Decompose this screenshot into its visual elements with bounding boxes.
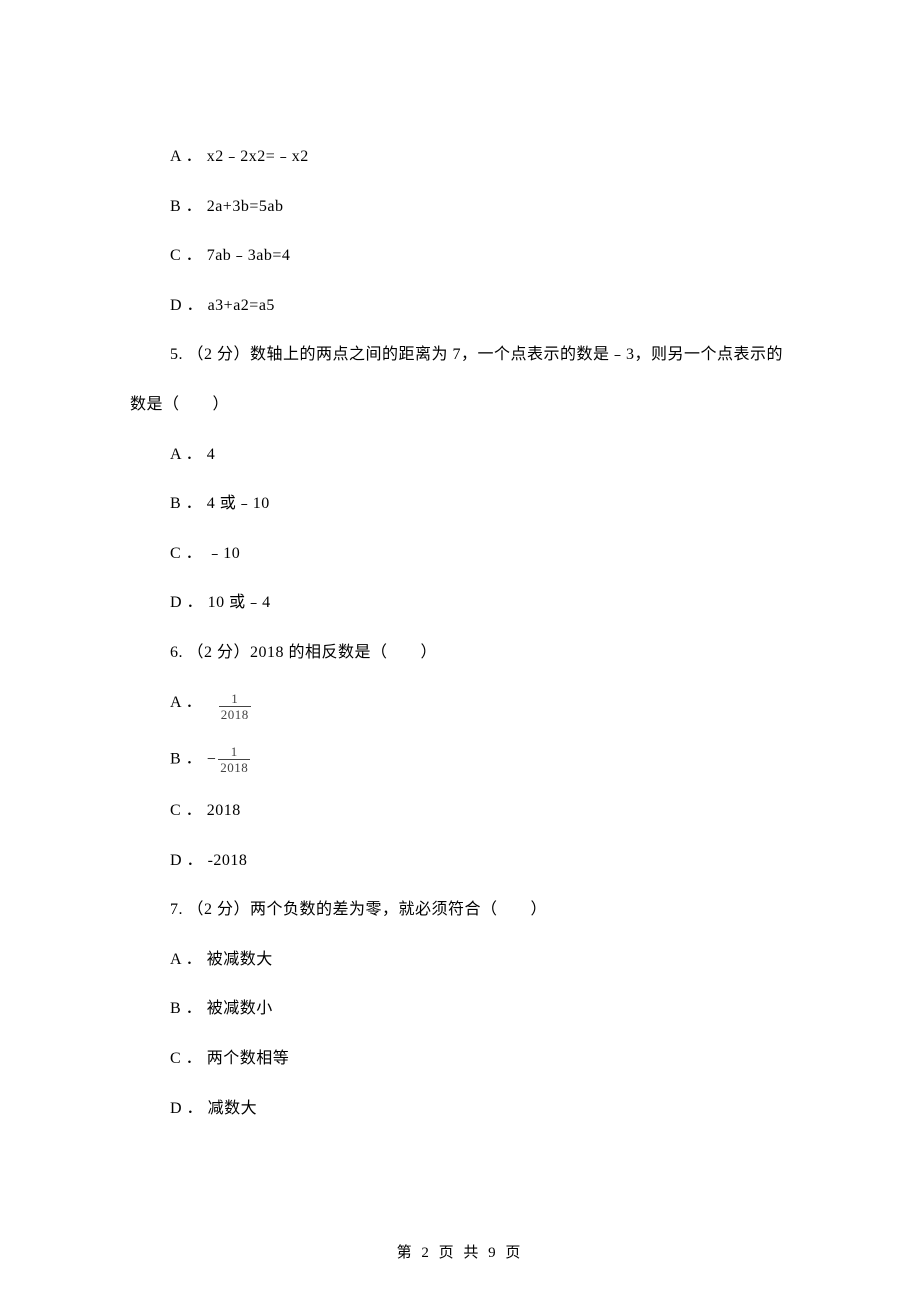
option-label: C ． (170, 1050, 202, 1067)
option-label: A ． (170, 446, 202, 463)
option-label: B ． (170, 751, 202, 768)
q4-option-a: A ． x2﹣2x2=﹣x2 (170, 144, 790, 170)
option-text: 被减数小 (207, 1000, 273, 1017)
option-label: C ． (170, 802, 202, 819)
option-text: 10 或﹣4 (208, 594, 271, 611)
denominator: 2018 (218, 760, 250, 774)
q5-option-b: B ． 4 或﹣10 (170, 491, 790, 517)
option-text: 2a+3b=5ab (207, 198, 284, 215)
option-label: B ． (170, 1000, 202, 1017)
option-label: A ． (170, 694, 202, 711)
option-text: 两个数相等 (207, 1050, 290, 1067)
option-text: 7ab﹣3ab=4 (207, 247, 291, 264)
option-label: C ． (170, 247, 202, 264)
q4-option-c: C ． 7ab﹣3ab=4 (170, 243, 790, 269)
numerator: 1 (219, 692, 251, 707)
option-label: D ． (170, 1100, 203, 1117)
q4-option-d: D ． a3+a2=a5 (170, 293, 790, 319)
q7-option-a: A ． 被减数大 (170, 947, 790, 973)
option-label: C ． (170, 545, 202, 562)
q5-option-d: D ． 10 或﹣4 (170, 590, 790, 616)
negative-sign: − (207, 747, 217, 773)
option-text: 2018 (207, 802, 241, 819)
q6-option-b: B ． − 1 2018 (170, 745, 790, 774)
q6-option-d: D ． -2018 (170, 848, 790, 874)
option-text: 被减数大 (207, 951, 273, 968)
option-text: -2018 (208, 852, 248, 869)
q7-stem: 7. （2 分）两个负数的差为零，就必须符合（ ） (170, 897, 790, 923)
option-text: 4 (207, 446, 216, 463)
q4-option-b: B ． 2a+3b=5ab (170, 194, 790, 220)
option-text: 4 或﹣10 (207, 495, 270, 512)
numerator: 1 (218, 745, 250, 760)
option-label: D ． (170, 594, 203, 611)
q7-option-d: D ． 减数大 (170, 1096, 790, 1122)
denominator: 2018 (219, 707, 251, 721)
option-label: A ． (170, 951, 202, 968)
fraction: 1 2018 (207, 692, 251, 721)
q6-option-a: A ． 1 2018 (170, 690, 790, 722)
q6-stem: 6. （2 分）2018 的相反数是（ ） (170, 640, 790, 666)
page-content: A ． x2﹣2x2=﹣x2 B ． 2a+3b=5ab C ． 7ab﹣3ab… (0, 0, 920, 1205)
option-label: B ． (170, 198, 202, 215)
fraction-value: 1 2018 (219, 692, 251, 721)
q5-option-c: C ． ﹣10 (170, 541, 790, 567)
fraction-negative: − 1 2018 (207, 745, 251, 774)
option-text: a3+a2=a5 (208, 297, 275, 314)
option-label: D ． (170, 297, 203, 314)
option-text: 减数大 (208, 1100, 258, 1117)
fraction-value: 1 2018 (218, 745, 250, 774)
q7-option-b: B ． 被减数小 (170, 996, 790, 1022)
q5-stem-line1: 5. （2 分）数轴上的两点之间的距离为 7，一个点表示的数是﹣3，则另一个点表… (170, 342, 790, 368)
option-label: B ． (170, 495, 202, 512)
option-label: A ． (170, 148, 202, 165)
option-text: x2﹣2x2=﹣x2 (207, 148, 309, 165)
q7-option-c: C ． 两个数相等 (170, 1046, 790, 1072)
q5-option-a: A ． 4 (170, 442, 790, 468)
q6-option-c: C ． 2018 (170, 798, 790, 824)
q5-stem-line2: 数是（ ） (130, 392, 790, 418)
page-footer: 第 2 页 共 9 页 (0, 1241, 920, 1262)
option-text: ﹣10 (207, 545, 241, 562)
option-label: D ． (170, 852, 203, 869)
